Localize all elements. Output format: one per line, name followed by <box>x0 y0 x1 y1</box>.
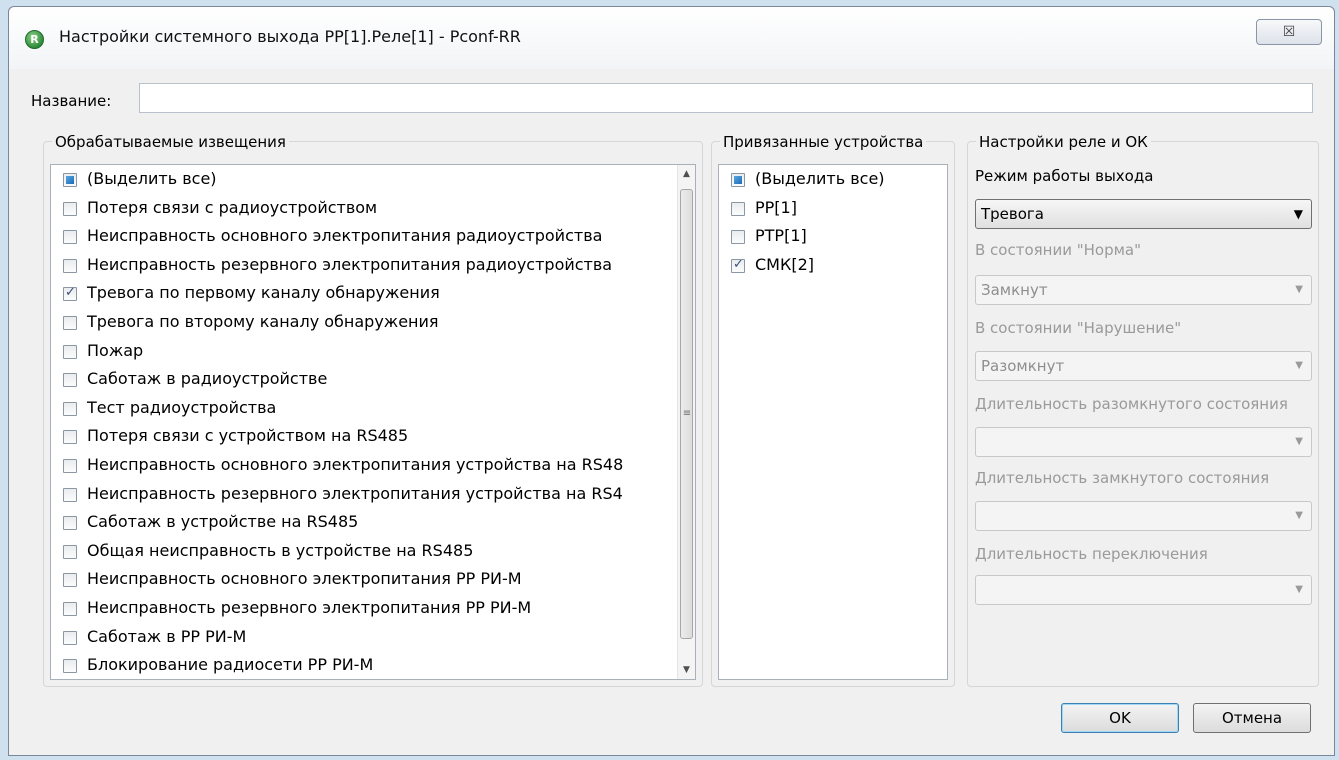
devices-group-legend: Привязанные устройства <box>720 132 927 152</box>
switch-duration-label: Длительность переключения <box>975 545 1208 563</box>
scroll-thumb[interactable]: ≡ <box>680 189 693 639</box>
list-item-label: Пожар <box>87 340 144 360</box>
list-item-label: Неисправность резервного электропитания … <box>87 254 613 274</box>
list-item-label: РТР[1] <box>755 226 807 246</box>
checkbox-partial[interactable] <box>731 173 745 187</box>
norm-state-select[interactable]: Замкнут ▼ <box>975 275 1312 305</box>
ok-button[interactable]: OK <box>1061 703 1179 733</box>
checkbox[interactable] <box>63 344 77 359</box>
checkbox[interactable] <box>63 516 77 531</box>
switch-duration-select[interactable]: ▼ <box>975 575 1312 605</box>
chevron-down-icon: ▼ <box>1295 510 1303 521</box>
events-group: Обрабатываемые извещения (Выделить все) П… <box>43 132 703 687</box>
checkbox[interactable] <box>63 458 77 473</box>
checkbox[interactable] <box>731 201 745 216</box>
checkbox[interactable] <box>63 601 77 616</box>
name-label: Название: <box>31 92 112 110</box>
violation-state-value: Разомкнут <box>981 357 1065 375</box>
list-item-label: Потеря связи с устройством на RS485 <box>87 426 409 446</box>
list-item-label: Потеря связи с радиоустройством <box>87 197 378 217</box>
devices-listbox[interactable]: (Выделить все) РР[1] РТР[1] СМК[2] <box>718 164 948 680</box>
list-item-label: Саботаж в радиоустройстве <box>87 369 328 389</box>
list-item-label: (Выделить все) <box>755 169 885 188</box>
events-group-legend: Обрабатываемые извещения <box>52 132 289 152</box>
list-item-label: Неисправность резервного электропитания … <box>87 483 623 503</box>
checkbox[interactable] <box>63 230 77 245</box>
checkbox[interactable] <box>63 430 77 445</box>
checkbox[interactable] <box>731 230 745 245</box>
open-duration-label: Длительность разомкнутого состояния <box>975 395 1288 413</box>
checkbox[interactable] <box>63 373 77 388</box>
checkbox[interactable] <box>63 258 77 273</box>
list-item-label: Тревога по второму каналу обнаружения <box>87 311 439 331</box>
closed-duration-select[interactable]: ▼ <box>975 501 1312 531</box>
chevron-down-icon: ▼ <box>1295 436 1303 447</box>
violation-state-select[interactable]: Разомкнут ▼ <box>975 351 1312 381</box>
scroll-down-arrow-icon[interactable]: ▼ <box>678 661 695 679</box>
checkbox-checked[interactable] <box>63 285 77 302</box>
scroll-up-arrow-icon[interactable]: ▲ <box>678 165 695 183</box>
name-input[interactable] <box>139 83 1313 113</box>
app-logo-icon: R <box>25 30 44 49</box>
open-duration-select[interactable]: ▼ <box>975 427 1312 457</box>
list-item-label: Тревога по первому каналу обнаружения <box>87 283 440 303</box>
list-item-label: Неисправность основного электропитания р… <box>87 226 603 246</box>
list-item-label: Неисправность резервного электропитания … <box>87 597 532 617</box>
devices-group: Привязанные устройства (Выделить все) РР[… <box>711 132 955 687</box>
window-title: Настройки системного выхода РР[1].Реле[1… <box>59 27 521 46</box>
list-item-label: Неисправность основного электропитания у… <box>87 454 624 474</box>
chevron-down-icon: ▼ <box>1293 207 1303 221</box>
dialog-client-area: Название: Обрабатываемые извещения (Выде… <box>9 69 1334 755</box>
output-mode-select[interactable]: Тревога ▼ <box>975 199 1312 229</box>
chevron-down-icon: ▼ <box>1295 584 1303 595</box>
chevron-down-icon: ▼ <box>1295 360 1303 371</box>
events-listbox[interactable]: (Выделить все) Потеря связи с радиоустрой… <box>50 164 696 680</box>
list-item-label: Саботаж в РР РИ-М <box>87 626 247 646</box>
checkbox[interactable] <box>63 630 77 645</box>
close-button[interactable]: ☒ <box>1256 19 1322 45</box>
violation-state-label: В состоянии "Нарушение" <box>975 319 1182 337</box>
events-scrollbar[interactable]: ▲ ≡ ▼ <box>677 165 695 679</box>
checkbox[interactable] <box>63 201 77 216</box>
checkbox[interactable] <box>63 544 77 559</box>
checkbox[interactable] <box>63 487 77 502</box>
list-item-label: Неисправность основного электропитания Р… <box>87 569 522 589</box>
checkbox-partial[interactable] <box>63 173 77 187</box>
closed-duration-label: Длительность замкнутого состояния <box>975 469 1270 487</box>
chevron-down-icon: ▼ <box>1295 284 1303 295</box>
checkbox-checked[interactable] <box>731 257 745 273</box>
relay-group-legend: Настройки реле и ОК <box>976 132 1151 152</box>
list-item-label: Блокирование радиосети РР РИ-М <box>87 655 374 675</box>
checkbox[interactable] <box>63 659 77 674</box>
output-mode-label: Режим работы выхода <box>975 167 1154 185</box>
checkbox[interactable] <box>63 315 77 330</box>
list-item-label: СМК[2] <box>755 254 814 274</box>
checkbox[interactable] <box>63 573 77 588</box>
scroll-grip-icon: ≡ <box>682 408 692 419</box>
norm-state-label: В состоянии "Норма" <box>975 241 1142 259</box>
norm-state-value: Замкнут <box>981 281 1048 299</box>
list-item-label: Тест радиоустройства <box>87 397 277 417</box>
output-mode-value: Тревога <box>981 205 1045 223</box>
title-bar: R Настройки системного выхода РР[1].Реле… <box>9 7 1334 69</box>
checkbox[interactable] <box>63 401 77 416</box>
cancel-button[interactable]: Отмена <box>1193 703 1311 733</box>
list-item-label: РР[1] <box>755 197 797 217</box>
list-item-label: Саботаж в устройстве на RS485 <box>87 512 359 532</box>
list-item-label: Общая неисправность в устройстве на RS48… <box>87 540 474 560</box>
list-item-label: (Выделить все) <box>87 169 217 188</box>
dialog-window: R Настройки системного выхода РР[1].Реле… <box>8 6 1335 756</box>
